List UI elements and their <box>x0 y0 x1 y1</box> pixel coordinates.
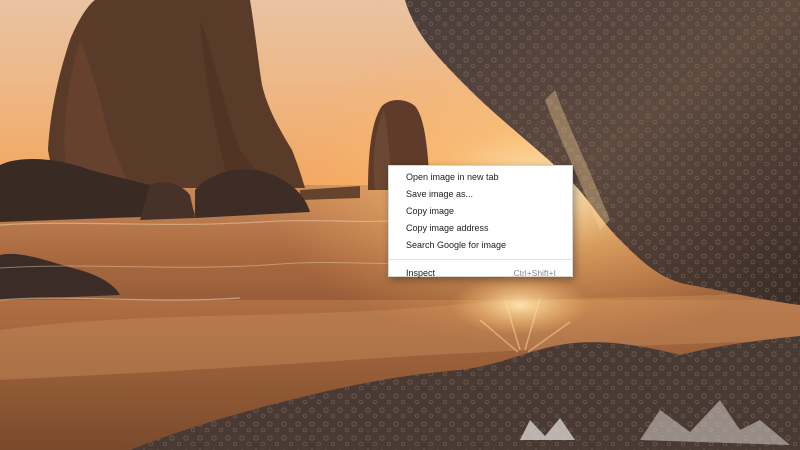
menu-separator <box>389 259 572 260</box>
menu-item-label: Open image in new tab <box>406 172 499 182</box>
menu-item-copy-image-address[interactable]: Copy image address <box>389 220 572 237</box>
menu-item-shortcut: Ctrl+Shift+I <box>513 268 556 278</box>
menu-item-inspect[interactable]: Inspect Ctrl+Shift+I <box>389 265 572 282</box>
menu-item-copy-image[interactable]: Copy image <box>389 203 572 220</box>
menu-item-save-image-as[interactable]: Save image as... <box>389 186 572 203</box>
menu-item-search-google-for-image[interactable]: Search Google for image <box>389 237 572 254</box>
menu-item-label: Inspect <box>406 268 436 278</box>
menu-item-label: Copy image <box>406 206 455 216</box>
menu-item-label: Search Google for image <box>406 240 507 250</box>
menu-item-label: Copy image address <box>406 223 489 233</box>
menu-item-open-image-new-tab[interactable]: Open image in new tab <box>389 169 572 186</box>
menu-item-label: Save image as... <box>406 189 474 199</box>
context-menu: Open image in new tab Save image as... C… <box>388 165 573 278</box>
